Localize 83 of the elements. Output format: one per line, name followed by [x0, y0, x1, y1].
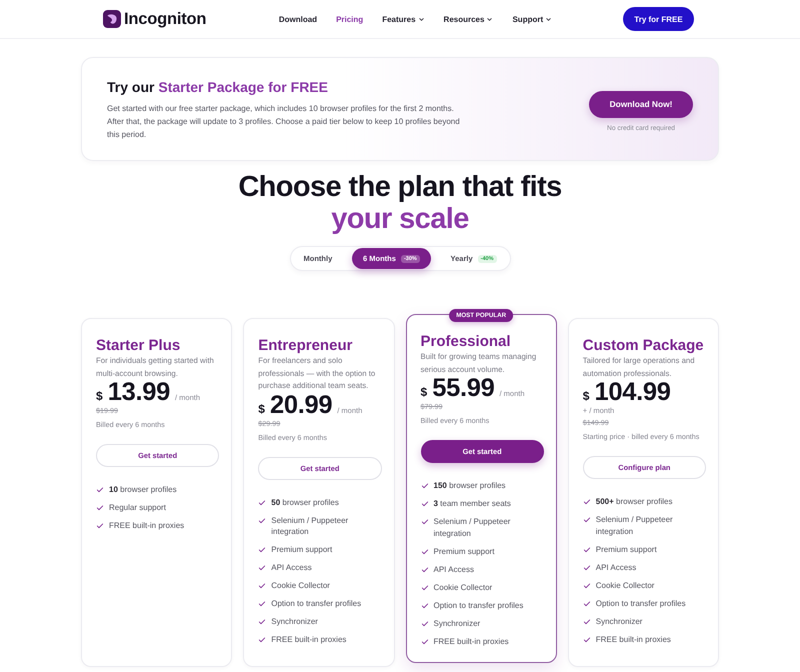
- chevron-down-icon: [418, 16, 425, 22]
- plan-name: Starter Plus: [96, 337, 182, 355]
- feature-label: Selenium / Puppeteer integration: [271, 514, 350, 538]
- check-icon: [582, 516, 591, 524]
- check-icon: [96, 486, 104, 494]
- logo-icon: [103, 10, 121, 28]
- feature-label: API Access: [271, 562, 313, 574]
- feature-label: FREE built-in proxies: [434, 636, 510, 647]
- check-icon: [420, 566, 428, 574]
- plan-price: 13.99: [108, 380, 170, 405]
- promo-text: Get started with our free starter package, which includes 10 browser profiles for the first 2 months. After that, the package will update to 3 profiles. Choose a paid tier below to keep 10 profiles beyond this period.: [107, 102, 461, 140]
- check-icon: [96, 504, 104, 512]
- feature-label: Regular support: [109, 502, 167, 514]
- feature-label: FREE built-in proxies: [271, 634, 348, 646]
- plan-name: Professional: [420, 333, 512, 351]
- feature-label: Premium support: [434, 546, 496, 557]
- check-icon: [258, 636, 266, 644]
- check-icon: [258, 582, 266, 590]
- check-icon: [258, 498, 266, 506]
- check-icon: [258, 618, 266, 626]
- currency-symbol: $: [420, 385, 428, 399]
- check-icon: [420, 518, 428, 526]
- check-icon: [258, 516, 266, 524]
- feature-label: 10 browser profiles: [109, 484, 178, 496]
- download-button[interactable]: Download Now!: [589, 90, 693, 118]
- feature-label: API Access: [434, 564, 475, 575]
- plan-price: 104.99: [594, 380, 671, 405]
- check-icon: [582, 618, 591, 626]
- check-icon: [96, 522, 104, 530]
- nav-link[interactable]: Features: [382, 14, 425, 24]
- nav-link[interactable]: Support: [512, 14, 552, 24]
- feature-label: 3 team member seats: [434, 498, 512, 510]
- feature-label: Selenium / Puppeteer integration: [434, 516, 512, 539]
- nav-link[interactable]: Download: [278, 14, 318, 24]
- currency-symbol: $: [258, 402, 265, 416]
- brand-name: Incogniton: [124, 10, 206, 28]
- feature-label: Synchronizer: [271, 616, 319, 628]
- check-icon: [420, 638, 428, 646]
- plan-price: 20.99: [270, 392, 332, 418]
- promo-title: Try our Starter Package for FREE: [107, 78, 329, 96]
- feature-label: Synchronizer: [434, 618, 482, 629]
- feature-label: 50 browser profiles: [271, 496, 340, 508]
- feature-label: Cookie Collector: [271, 580, 331, 592]
- feature-label: 500+ browser profiles: [596, 496, 674, 508]
- check-icon: [582, 564, 591, 572]
- feature-label: Premium support: [596, 544, 658, 555]
- check-icon: [420, 482, 428, 490]
- feature-label: Option to transfer profiles: [271, 598, 362, 610]
- check-icon: [420, 548, 428, 556]
- chevron-down-icon: [486, 16, 494, 22]
- feature-label: Option to transfer profiles: [434, 600, 524, 611]
- feature-label: Selenium / Puppeteer integration: [596, 514, 674, 537]
- check-icon: [582, 636, 591, 644]
- check-icon: [582, 498, 591, 506]
- feature-label: Option to transfer profiles: [596, 598, 687, 609]
- check-icon: [582, 582, 591, 590]
- check-icon: [420, 584, 428, 592]
- feature-label: API Access: [596, 562, 638, 573]
- check-icon: [420, 620, 428, 628]
- check-icon: [420, 602, 428, 610]
- nav-link[interactable]: Resources: [444, 14, 494, 24]
- currency-symbol: $: [582, 389, 590, 403]
- page-heading: Choose the plan that fits your scale: [237, 171, 563, 235]
- plan-price: 55.99: [432, 376, 494, 401]
- check-icon: [582, 600, 591, 608]
- feature-label: Cookie Collector: [596, 580, 656, 591]
- feature-label: Cookie Collector: [434, 582, 494, 593]
- feature-label: Synchronizer: [596, 616, 644, 627]
- nav-link[interactable]: Pricing: [336, 14, 364, 24]
- feature-label: 150 browser profiles: [434, 480, 507, 492]
- chevron-down-icon: [545, 16, 552, 22]
- check-icon: [258, 564, 266, 572]
- check-icon: [582, 546, 591, 554]
- check-icon: [420, 500, 428, 508]
- try-free-button[interactable]: Try for FREE: [623, 7, 694, 31]
- feature-label: FREE built-in proxies: [596, 634, 672, 645]
- feature-label: Premium support: [271, 544, 334, 556]
- feature-label: FREE built-in proxies: [109, 520, 186, 532]
- plan-name: Custom Package: [582, 337, 705, 355]
- check-icon: [258, 546, 266, 554]
- check-icon: [258, 600, 266, 608]
- currency-symbol: $: [96, 389, 103, 403]
- plan-name: Entrepreneur: [258, 337, 354, 355]
